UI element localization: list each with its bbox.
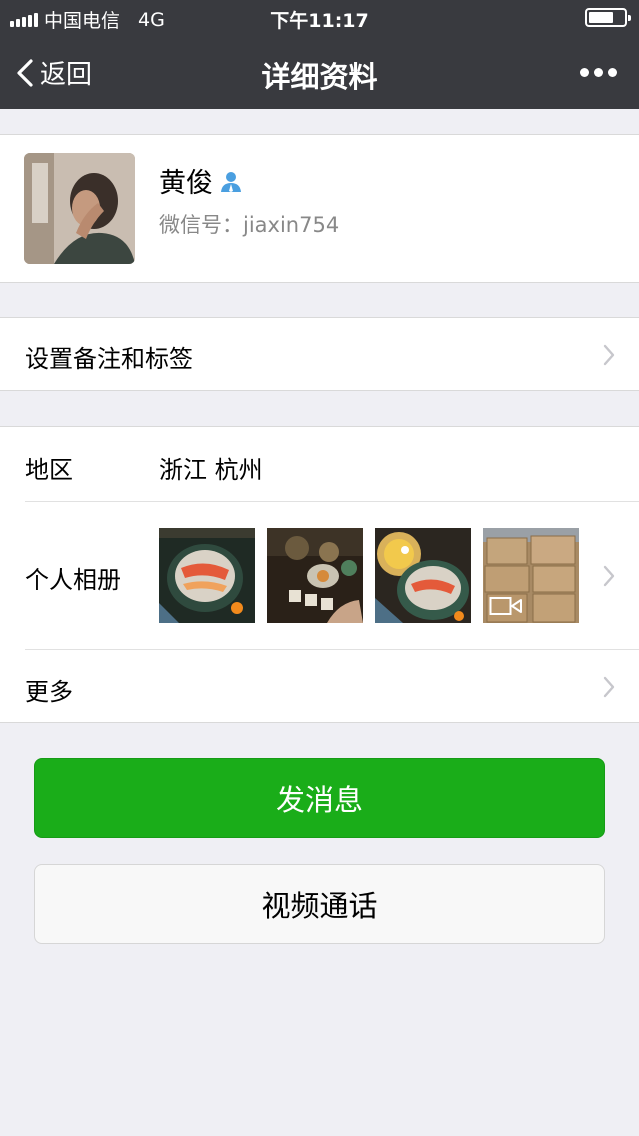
person-icon: [221, 171, 241, 192]
wechat-id: 微信号：jiaxin754: [159, 209, 339, 239]
profile-name: 黄俊: [159, 168, 213, 199]
navigation-bar: 返回 详细资料: [0, 34, 639, 109]
wechat-id-value: jiaxin754: [243, 213, 340, 237]
page-title: 详细资料: [261, 60, 378, 94]
battery-icon: [585, 8, 631, 27]
send-message-button[interactable]: 发消息: [34, 758, 605, 838]
video-call-button[interactable]: 视频通话: [34, 864, 605, 944]
name-row: 黄俊: [159, 161, 243, 200]
album-label: 个人相册: [25, 566, 121, 594]
profile-card[interactable]: 黄俊 微信号：jiaxin754: [0, 134, 639, 283]
sushi-platter-photo[interactable]: [159, 528, 255, 623]
battery-level-fill: [589, 12, 613, 23]
more-label: 更多: [25, 678, 73, 706]
boxes-video-thumbnail[interactable]: [483, 528, 579, 623]
region-value: 浙江 杭州: [159, 456, 263, 484]
video-camera-icon: [489, 597, 522, 615]
region-label: 地区: [25, 456, 73, 484]
info-group: 地区 浙江 杭州 个人相册 更多: [0, 426, 639, 723]
chevron-right-icon: [603, 565, 615, 587]
dinner-table-photo[interactable]: [267, 528, 363, 623]
wechat-id-label: 微信号：: [159, 213, 243, 237]
status-bar: 中国电信 4G 下午11:17: [0, 0, 639, 34]
chevron-right-icon: [603, 676, 615, 698]
avatar[interactable]: [24, 153, 135, 264]
remark-tags-row[interactable]: 设置备注和标签: [0, 317, 639, 391]
more-row[interactable]: 更多: [0, 650, 639, 723]
top-bar: 中国电信 4G 下午11:17 返回 详细资料: [0, 0, 639, 109]
sashimi-hotpot-photo[interactable]: [375, 528, 471, 623]
status-time: 下午11:17: [270, 10, 369, 32]
chevron-right-icon: [603, 344, 615, 366]
remark-tags-label: 设置备注和标签: [25, 345, 193, 373]
album-photos[interactable]: [159, 528, 579, 623]
more-dots-icon[interactable]: [580, 68, 617, 77]
